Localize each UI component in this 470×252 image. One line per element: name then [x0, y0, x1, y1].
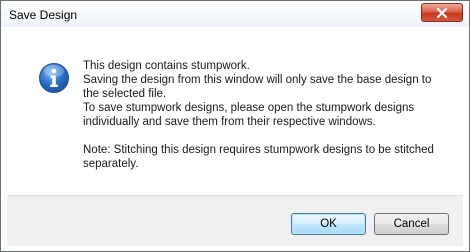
cancel-button[interactable]: Cancel: [374, 213, 449, 235]
title-bar[interactable]: Save Design: [1, 1, 469, 27]
message-line: Saving the design from this window will …: [83, 74, 432, 86]
information-icon: [39, 63, 69, 93]
message-line: individually and save them from their re…: [83, 116, 376, 128]
dialog-message: This design contains stumpwork. Saving t…: [83, 59, 453, 171]
close-icon: [436, 7, 448, 18]
note-line: separately.: [83, 158, 139, 170]
message-line: To save stumpwork designs, please open t…: [83, 102, 415, 114]
dialog-title: Save Design: [9, 8, 78, 22]
message-line: This design contains stumpwork.: [83, 60, 250, 72]
message-line: the selected file.: [83, 88, 167, 100]
dialog-footer: OK Cancel: [7, 195, 463, 246]
close-button[interactable]: [421, 3, 463, 22]
ok-button[interactable]: OK: [291, 213, 366, 235]
save-design-dialog: Save Design This design contains stumpwo…: [0, 0, 470, 252]
note-line: Note: Stitching this design requires stu…: [83, 144, 434, 156]
